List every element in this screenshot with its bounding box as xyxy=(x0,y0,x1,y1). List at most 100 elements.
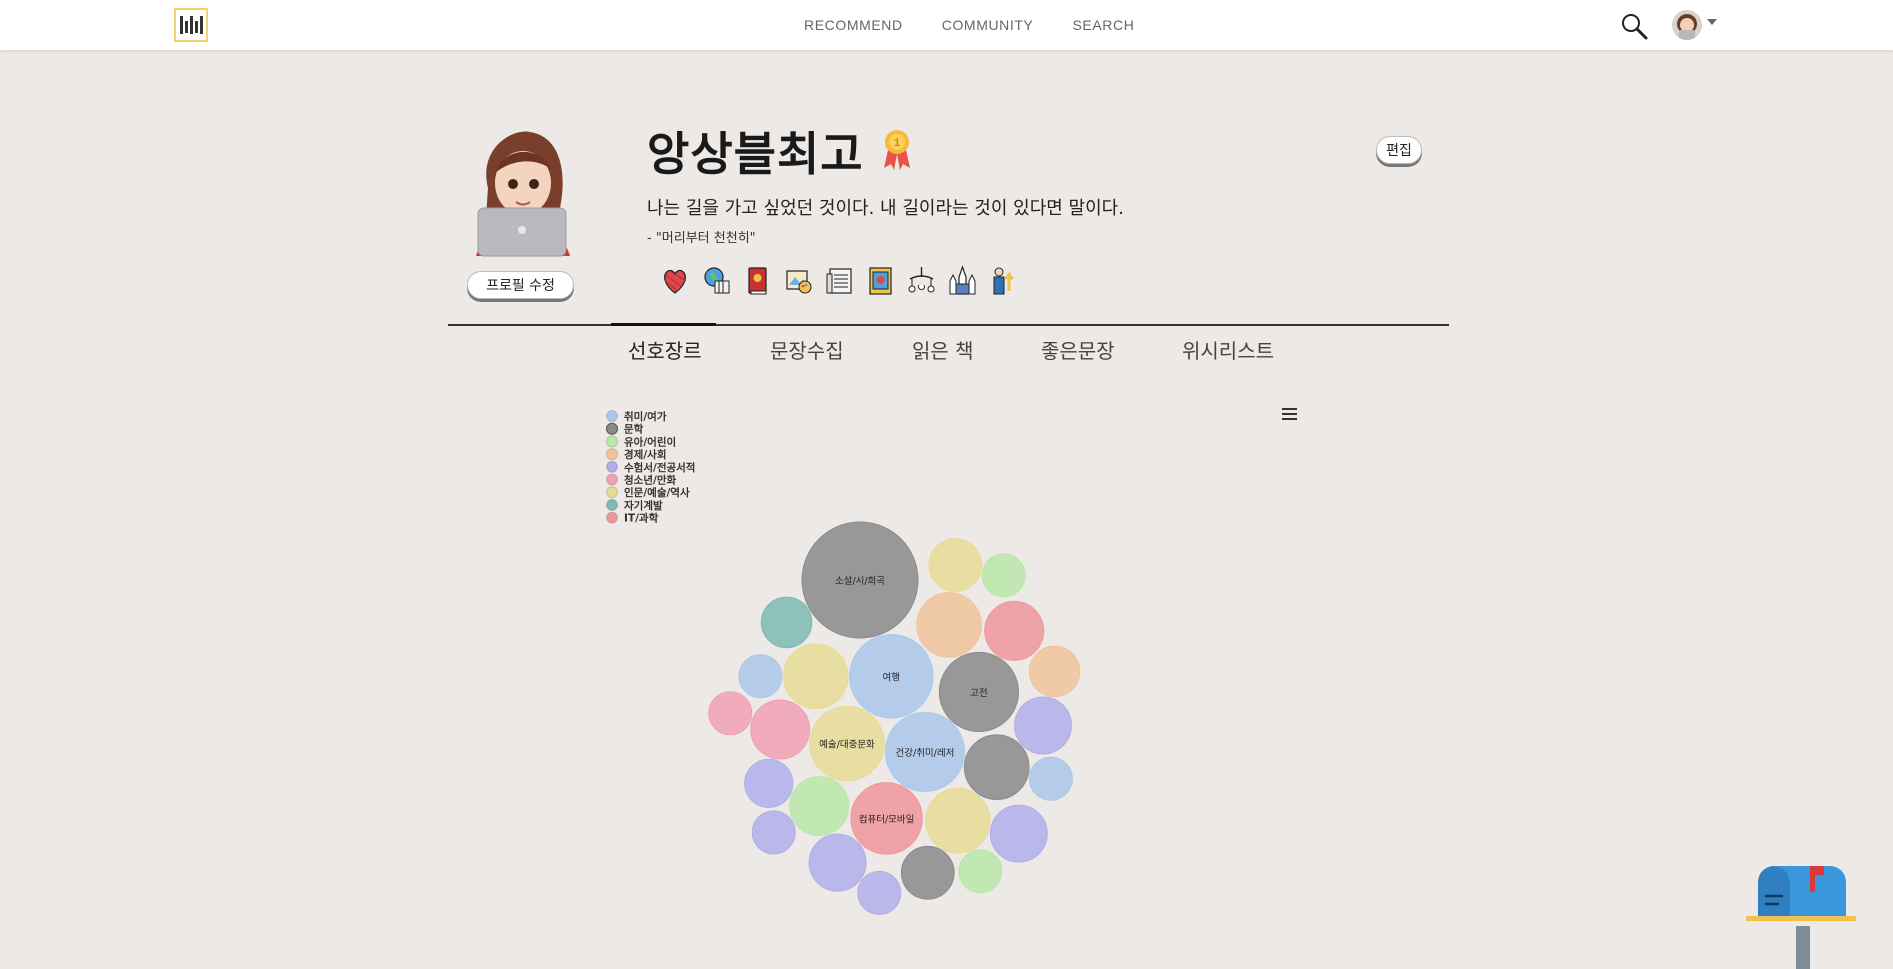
chart-menu-icon[interactable] xyxy=(1280,405,1300,425)
legend-item[interactable]: 수험서/전공서적 xyxy=(606,460,696,474)
legend-marker xyxy=(606,435,618,448)
legend-marker xyxy=(606,486,618,499)
legend-marker xyxy=(606,448,618,461)
bubble[interactable] xyxy=(1028,645,1081,698)
legend-marker xyxy=(606,460,618,473)
bubble-circle xyxy=(958,849,1003,894)
medal-icon: 1 xyxy=(882,128,912,170)
bubble[interactable] xyxy=(963,734,1030,800)
newspaper-icon[interactable] xyxy=(824,265,855,296)
comic-book-icon[interactable] xyxy=(865,265,896,296)
legend-label: 청소년/만화 xyxy=(624,474,676,487)
bubble-circle xyxy=(782,643,849,710)
yarn-heart-icon[interactable] xyxy=(660,265,691,296)
bubble[interactable] xyxy=(750,699,811,760)
svg-text:1: 1 xyxy=(894,137,900,149)
logo[interactable] xyxy=(174,8,208,42)
bubble-label: 예술/대중문화 xyxy=(819,740,875,751)
legend-label: 자기계발 xyxy=(624,499,663,512)
tab-sentence-collection[interactable]: 문장수집 xyxy=(770,335,844,364)
bubble-circle xyxy=(857,870,902,916)
bubble-circle xyxy=(760,596,813,649)
businessman-icon[interactable] xyxy=(988,265,1019,296)
profile-tabs: 선호장르 문장수집 읽은 책 좋은문장 위시리스트 xyxy=(0,335,1893,365)
nav-community[interactable]: COMMUNITY xyxy=(942,17,1034,33)
bubble[interactable] xyxy=(751,810,796,855)
search-icon[interactable] xyxy=(1619,11,1649,41)
nav-links: RECOMMEND COMMUNITY SEARCH xyxy=(804,0,1134,50)
bubble-circle xyxy=(916,592,982,658)
bubble-circle xyxy=(789,776,850,837)
bubble-circle xyxy=(925,787,991,854)
bubble-label: 컴퓨터/모바일 xyxy=(859,813,915,825)
bubble[interactable]: 예술/대중문화 xyxy=(809,705,885,782)
badge-list xyxy=(660,265,1019,296)
cathedral-icon[interactable] xyxy=(947,265,978,296)
bubble[interactable] xyxy=(928,538,983,592)
legend-item[interactable]: 문학 xyxy=(606,422,644,436)
bubble-circle xyxy=(1028,645,1081,698)
bubble[interactable]: 여행 xyxy=(849,634,934,719)
tab-preferred-genres[interactable]: 선호장르 xyxy=(628,335,702,364)
bubble[interactable] xyxy=(789,776,850,837)
mailbox-icon[interactable] xyxy=(1746,864,1856,969)
legend-marker xyxy=(606,410,618,422)
tab-good-sentences[interactable]: 좋은문장 xyxy=(1041,335,1115,364)
bubble-circle xyxy=(900,845,955,900)
legend-label: 문학 xyxy=(624,423,644,436)
legend-item[interactable]: 청소년/만화 xyxy=(606,473,677,487)
bubble[interactable] xyxy=(708,691,753,736)
bubble-circle xyxy=(738,654,783,699)
bubble[interactable] xyxy=(738,654,783,699)
legend-item[interactable]: 경제/사회 xyxy=(606,448,667,461)
chevron-down-icon[interactable] xyxy=(1707,19,1717,25)
bubble[interactable] xyxy=(808,833,867,892)
legend-label: 경제/사회 xyxy=(624,448,666,461)
edit-profile-button[interactable]: 프로필 수정 xyxy=(467,271,574,299)
bubble[interactable] xyxy=(981,553,1026,598)
bubble[interactable] xyxy=(900,845,955,900)
legend-label: 취미/여가 xyxy=(624,410,667,423)
profile-avatar xyxy=(468,128,578,258)
bubble[interactable] xyxy=(958,849,1003,894)
bubble[interactable] xyxy=(916,592,982,658)
legend-item[interactable]: 인문/예술/역사 xyxy=(606,486,690,499)
bubble[interactable]: 건강/취미/레저 xyxy=(884,711,966,792)
bubble[interactable] xyxy=(744,758,794,808)
bubble-label: 고전 xyxy=(970,688,987,699)
bubble-circle xyxy=(744,758,794,808)
edit-button[interactable]: 편집 xyxy=(1376,136,1422,164)
user-avatar-icon[interactable] xyxy=(1672,10,1702,40)
legend-item[interactable]: 자기계발 xyxy=(606,498,663,512)
bubble-label: 건강/취미/레저 xyxy=(896,748,955,759)
globe-books-icon[interactable] xyxy=(701,265,732,296)
bubble[interactable]: 소설/시/희곡 xyxy=(801,521,919,639)
bubble[interactable]: 컴퓨터/모바일 xyxy=(850,782,923,855)
painting-palette-icon[interactable] xyxy=(783,265,814,296)
nav-search[interactable]: SEARCH xyxy=(1072,17,1134,33)
red-book-icon[interactable] xyxy=(742,265,773,296)
bubble[interactable] xyxy=(1014,696,1073,755)
bubble[interactable]: 고전 xyxy=(938,651,1019,733)
legend-item[interactable]: 취미/여가 xyxy=(606,410,667,423)
profile-quote: 나는 길을 가고 싶었던 것이다. 내 길이라는 것이 있다면 말이다. xyxy=(647,198,1124,219)
bubble[interactable] xyxy=(989,804,1048,863)
bubble[interactable] xyxy=(925,787,991,854)
bubble-circle xyxy=(984,600,1045,661)
legend-item[interactable]: 유아/어린이 xyxy=(606,435,677,448)
bubble[interactable] xyxy=(782,643,849,710)
genre-bubble-chart: 취미/여가 문학 유아/어린이 경제/사회 수험서/전공서적 청소년/만화 인문/예술/역사… xyxy=(600,400,1320,960)
bubble-circle xyxy=(708,691,753,736)
legend-item[interactable]: IT/과학 xyxy=(606,511,659,525)
bubble[interactable] xyxy=(1028,756,1073,801)
legend-marker xyxy=(606,498,618,511)
bubble[interactable] xyxy=(984,600,1045,661)
bubble[interactable] xyxy=(857,870,902,916)
bubble[interactable] xyxy=(760,596,813,649)
nav-recommend[interactable]: RECOMMEND xyxy=(804,17,903,33)
tab-wishlist[interactable]: 위시리스트 xyxy=(1182,335,1274,364)
baby-mobile-icon[interactable] xyxy=(906,265,937,296)
tab-divider xyxy=(448,324,1449,326)
bubble-circle xyxy=(963,734,1030,800)
tab-read-books[interactable]: 읽은 책 xyxy=(912,335,974,364)
